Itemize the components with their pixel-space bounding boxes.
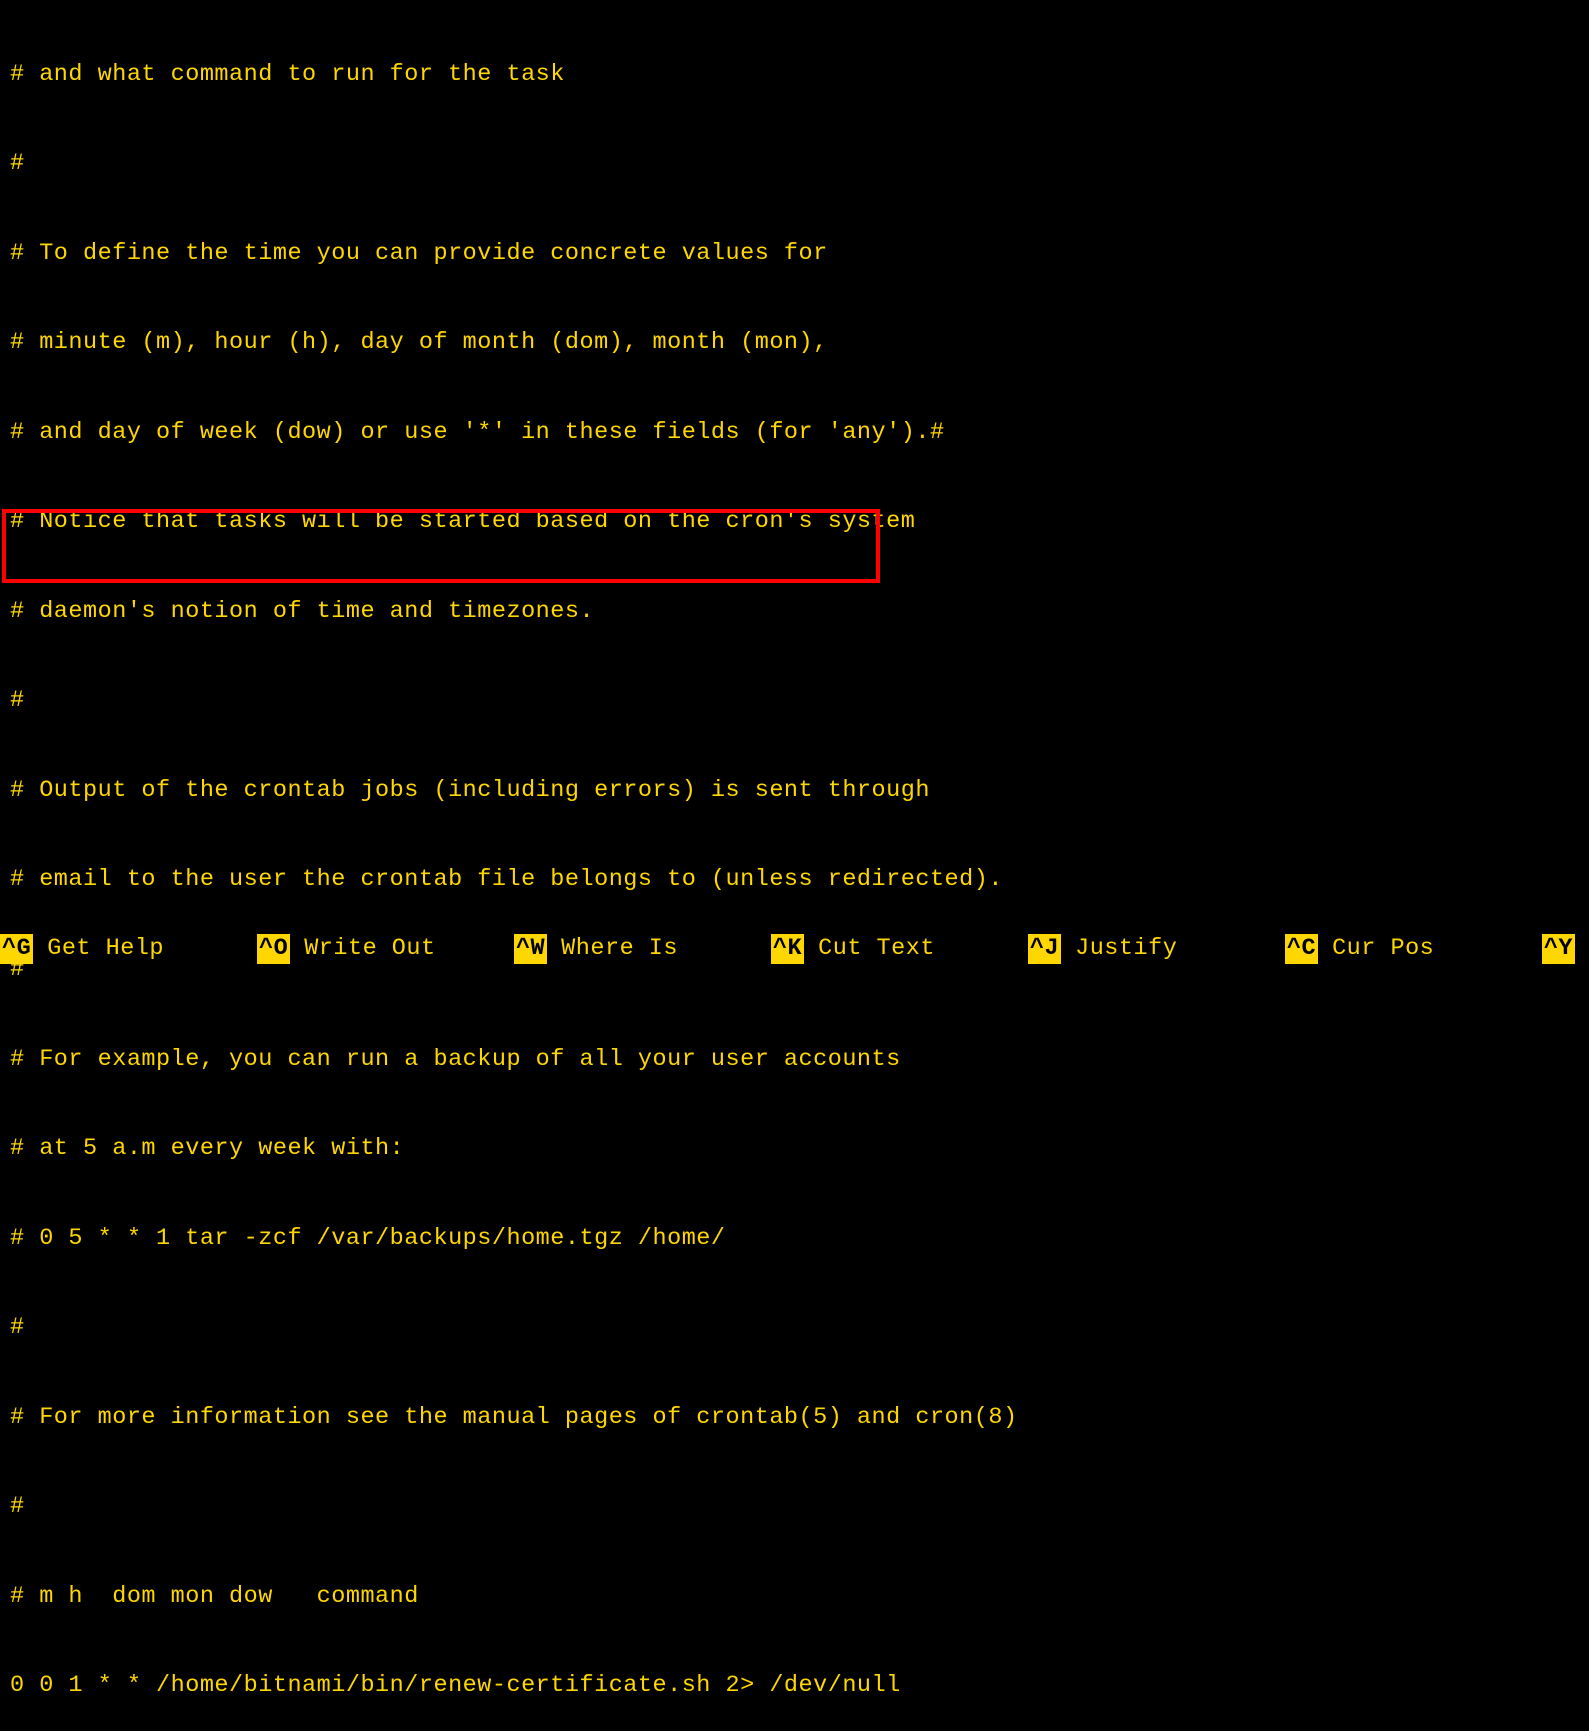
- crontab-line: # and what command to run for the task: [10, 60, 1579, 90]
- crontab-line: # To define the time you can provide con…: [10, 239, 1579, 269]
- shortcut-label: Get Help: [47, 934, 164, 964]
- shortcut-key: ^G: [0, 934, 33, 964]
- shortcut-key: ^K: [771, 934, 804, 964]
- shortcut-partial[interactable]: ^Y: [1542, 934, 1589, 964]
- crontab-line: #: [10, 1492, 1579, 1522]
- shortcut-justify[interactable]: ^J Justify: [1028, 934, 1285, 964]
- crontab-line: #: [10, 686, 1579, 716]
- shortcut-key: ^W: [514, 934, 547, 964]
- shortcut-key: ^Y: [1542, 934, 1575, 964]
- nano-shortcut-bar: ^G Get Help ^O Write Out ^W Where Is ^K …: [0, 934, 1589, 964]
- shortcut-get-help[interactable]: ^G Get Help: [0, 934, 257, 964]
- crontab-line: # m h dom mon dow command: [10, 1582, 1579, 1612]
- shortcut-label: Write Out: [304, 934, 435, 964]
- crontab-line: # 0 5 * * 1 tar -zcf /var/backups/home.t…: [10, 1224, 1579, 1254]
- crontab-cron-entry: 0 0 1 * * /home/bitnami/bin/renew-certif…: [10, 1671, 1579, 1701]
- crontab-line: # and day of week (dow) or use '*' in th…: [10, 418, 1579, 448]
- shortcut-key: ^J: [1028, 934, 1061, 964]
- shortcut-label: Justify: [1075, 934, 1177, 964]
- shortcut-label: Cut Text: [818, 934, 935, 964]
- shortcut-cut-text[interactable]: ^K Cut Text: [771, 934, 1028, 964]
- crontab-line: # email to the user the crontab file bel…: [10, 865, 1579, 895]
- shortcut-write-out[interactable]: ^O Write Out: [257, 934, 514, 964]
- shortcut-key: ^C: [1285, 934, 1318, 964]
- terminal-editor-content[interactable]: # and what command to run for the task #…: [0, 0, 1589, 1731]
- crontab-line: # minute (m), hour (h), day of month (do…: [10, 328, 1579, 358]
- shortcut-key: ^O: [257, 934, 290, 964]
- shortcut-label: Cur Pos: [1332, 934, 1434, 964]
- crontab-line: #: [10, 149, 1579, 179]
- crontab-line: # daemon's notion of time and timezones.: [10, 597, 1579, 627]
- crontab-line: # Notice that tasks will be started base…: [10, 507, 1579, 537]
- crontab-line: # at 5 a.m every week with:: [10, 1134, 1579, 1164]
- crontab-line: # Output of the crontab jobs (including …: [10, 776, 1579, 806]
- shortcut-label: Where Is: [561, 934, 678, 964]
- crontab-line: # For more information see the manual pa…: [10, 1403, 1579, 1433]
- crontab-line: #: [10, 1313, 1579, 1343]
- shortcut-cur-pos[interactable]: ^C Cur Pos: [1285, 934, 1542, 964]
- shortcut-where-is[interactable]: ^W Where Is: [514, 934, 771, 964]
- crontab-line: # For example, you can run a backup of a…: [10, 1045, 1579, 1075]
